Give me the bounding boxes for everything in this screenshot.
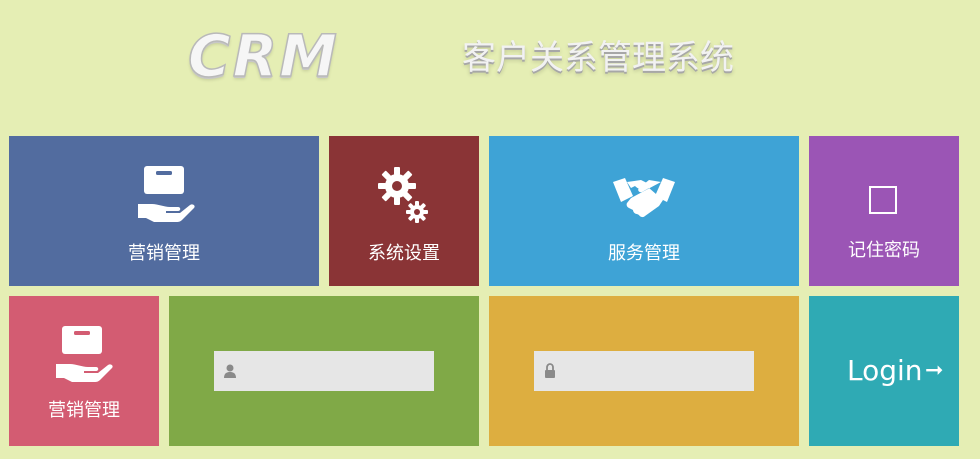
tile-marketing-management-2[interactable]: 营销管理 [9,296,159,446]
login-button[interactable]: Login ➞ [809,296,959,446]
arrow-right-icon: ➞ [925,358,944,383]
logo-crm-text: CRM [187,22,339,90]
app-subtitle: 客户关系管理系统 [462,38,734,78]
tile-marketing-label-2: 营销管理 [48,400,120,421]
tile-system-settings[interactable]: 系统设置 [329,136,479,286]
password-input[interactable] [534,351,754,391]
gift-hand-icon [138,166,195,222]
username-input[interactable] [214,351,434,391]
tile-settings-label: 系统设置 [368,243,440,264]
handshake-icon [613,178,675,218]
tile-service-management[interactable]: 服务管理 [489,136,799,286]
login-label: Login [847,354,923,387]
tile-marketing-label: 营销管理 [128,243,200,264]
user-icon [224,364,236,378]
tile-remember-password[interactable]: 记住密码 [809,136,959,286]
app-logo: CRM 客户关系管理系统 [187,22,768,90]
tile-marketing-management[interactable]: 营销管理 [9,136,319,286]
tile-password [489,296,799,446]
gift-hand-icon [56,326,113,382]
tile-service-label: 服务管理 [608,243,680,264]
tile-username [169,296,479,446]
gears-icon [378,167,428,223]
tile-remember-label: 记住密码 [848,240,920,261]
remember-password-checkbox[interactable] [869,186,897,214]
lock-icon [545,363,555,378]
